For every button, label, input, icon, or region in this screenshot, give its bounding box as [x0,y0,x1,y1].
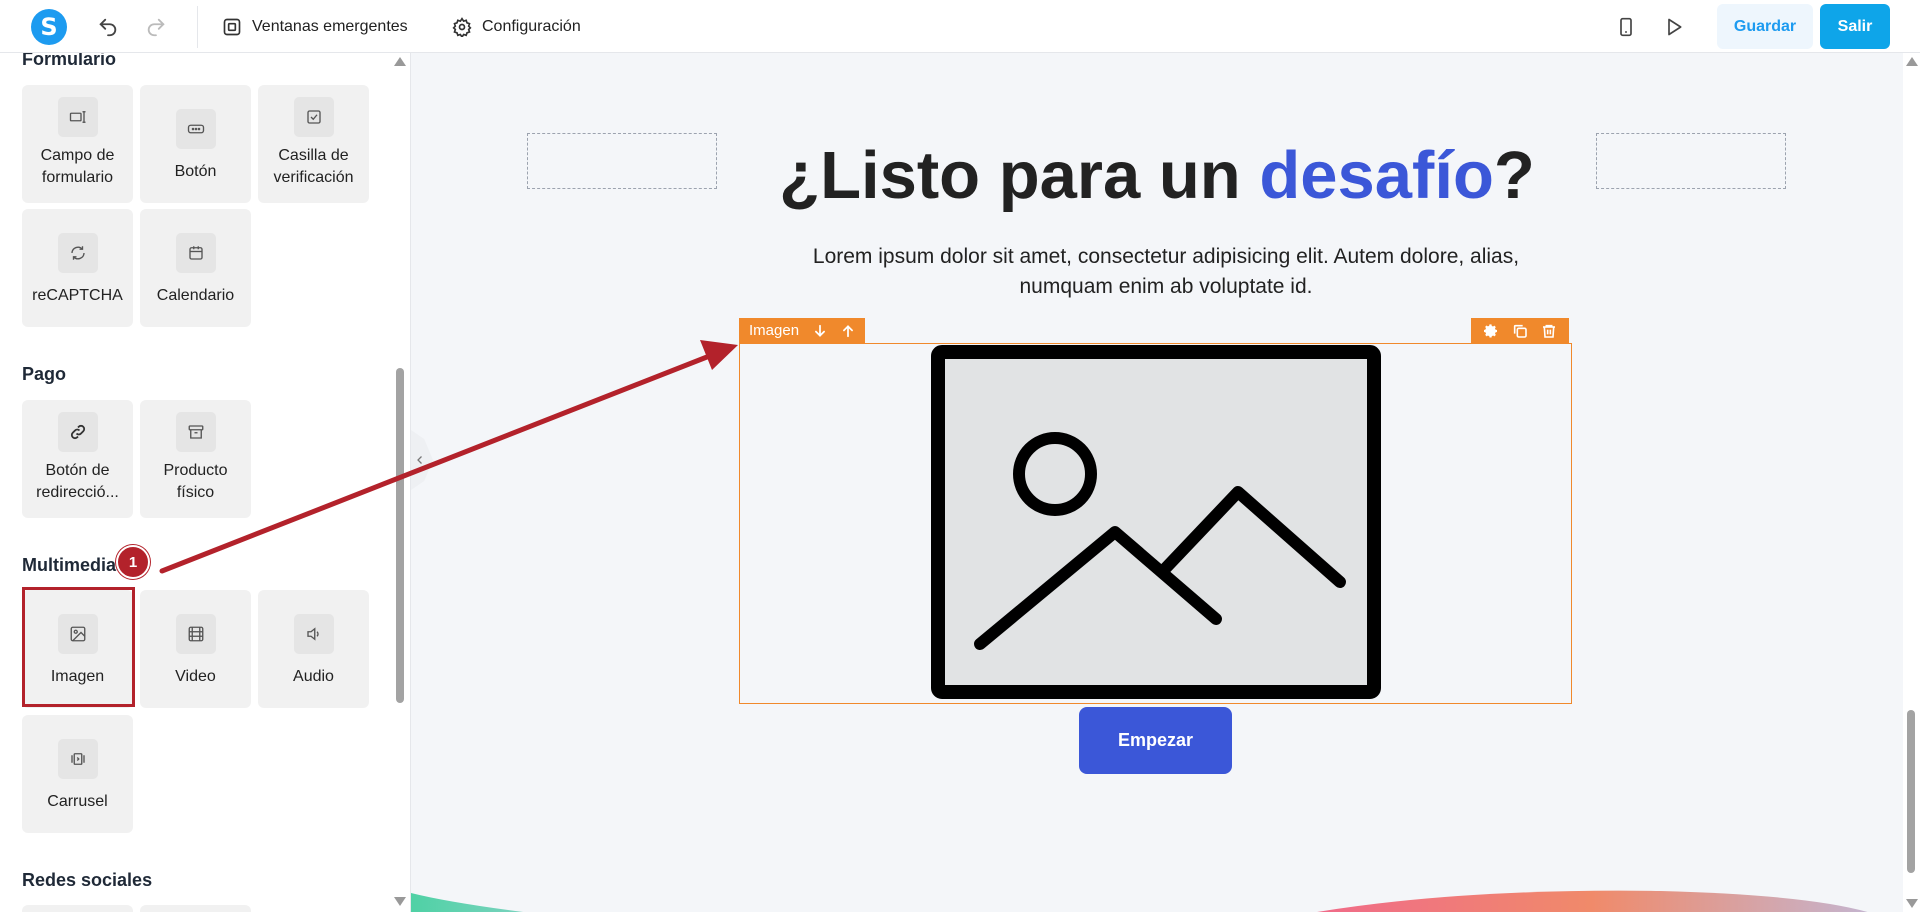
step-badge: 1 [116,545,150,579]
element-redirect-button[interactable]: Botón de redirecció... [22,400,133,518]
form-field-icon [57,97,98,137]
element-checkbox[interactable]: Casilla de verificación [258,85,369,203]
tile-label: Botón [174,163,217,180]
element-audio[interactable]: Audio [258,590,369,708]
start-button[interactable]: Empezar [1079,707,1232,774]
canvas-scrollbar[interactable] [1903,53,1920,912]
canvas-scroll-down[interactable] [1906,899,1918,908]
button-icon [175,109,216,149]
top-bar: S Ventanas emergentes Configuración Guar… [0,0,1920,53]
headline-accent: desafío [1259,138,1494,213]
tile-label: Casilla de [278,147,349,164]
element-social-2[interactable] [140,905,251,912]
play-preview-icon[interactable] [1660,13,1688,41]
section-title-social: Redes sociales [22,870,153,890]
element-form-field[interactable]: Campo de formulario [22,85,133,203]
move-up-icon[interactable] [841,323,855,339]
toolbar-divider [197,6,198,48]
image-element-actions [1471,318,1569,343]
section-title-form: Formulario [22,53,117,69]
save-button[interactable]: Guardar [1717,4,1813,49]
gear-icon [452,17,472,37]
image-element-toolbar[interactable]: Imagen [739,318,866,343]
popup-icon [223,18,241,36]
redo-icon[interactable] [142,13,170,41]
tile-label: redirecció... [36,484,119,501]
exit-button[interactable]: Salir [1820,4,1890,49]
film-icon [175,614,216,654]
tile-label: Campo de [40,147,115,164]
tile-label: Audio [293,668,334,685]
move-down-icon[interactable] [813,323,827,339]
elements-sidebar: Formulario Campo de formulario Botón Cas… [0,53,411,912]
box-icon [175,412,216,452]
decorative-wave [411,890,1868,912]
app-logo[interactable]: S [31,9,67,45]
tile-label: Botón de [45,462,110,479]
popups-button[interactable]: Ventanas emergentes [222,12,408,42]
tile-label: verificación [273,169,354,186]
tile-label: formulario [41,169,114,186]
page-headline[interactable]: ¿Listo para un desafío? [411,137,1903,214]
tile-label: Producto [163,462,228,479]
section-title-media: Multimedia [22,555,117,575]
element-calendar[interactable]: Calendario [140,209,251,327]
headline-text: ¿Listo para un [779,138,1260,213]
popups-label: Ventanas emergentes [252,18,408,35]
page-subtext[interactable]: Lorem ipsum dolor sit amet, consectetur … [766,242,1566,302]
sidebar-scroll-down[interactable] [394,897,406,906]
chevron-left-icon [417,456,422,464]
settings-label: Configuración [482,18,581,35]
tile-label: Carrusel [47,793,108,810]
sidebar-scroll-up[interactable] [394,57,406,66]
tile-label: Calendario [156,287,235,304]
element-type-label: Imagen [749,322,800,339]
canvas-scroll-thumb[interactable] [1907,710,1915,873]
calendar-icon [175,233,216,273]
checkbox-icon [293,97,334,137]
undo-icon[interactable] [94,13,122,41]
speaker-icon [293,614,334,654]
image-placeholder-icon [931,345,1381,699]
image-element[interactable] [739,343,1572,704]
element-carousel[interactable]: Carrusel [22,715,133,833]
settings-button[interactable]: Configuración [452,12,581,42]
trash-icon[interactable] [1541,323,1557,339]
gear-icon[interactable] [1483,323,1499,339]
editor-canvas[interactable]: ¿Listo para un desafío? Lorem ipsum dolo… [411,53,1903,912]
element-recaptcha[interactable]: reCAPTCHA [22,209,133,327]
link-icon [57,412,98,452]
recaptcha-icon [57,233,98,273]
tile-label: Video [175,668,216,685]
mobile-preview-icon[interactable] [1612,13,1640,41]
tile-label: reCAPTCHA [32,287,123,304]
tile-label: físico [176,484,215,501]
element-button[interactable]: Botón [140,85,251,203]
element-physical-product[interactable]: Producto físico [140,400,251,518]
element-video[interactable]: Video [140,590,251,708]
element-social-1[interactable] [22,905,133,912]
annotation-highlight [22,587,135,707]
section-title-payment: Pago [22,364,67,384]
duplicate-icon[interactable] [1512,323,1528,339]
headline-end: ? [1493,138,1535,213]
carousel-icon [57,739,98,779]
canvas-scroll-up[interactable] [1906,57,1918,66]
sidebar-scrollbar[interactable] [396,368,404,703]
